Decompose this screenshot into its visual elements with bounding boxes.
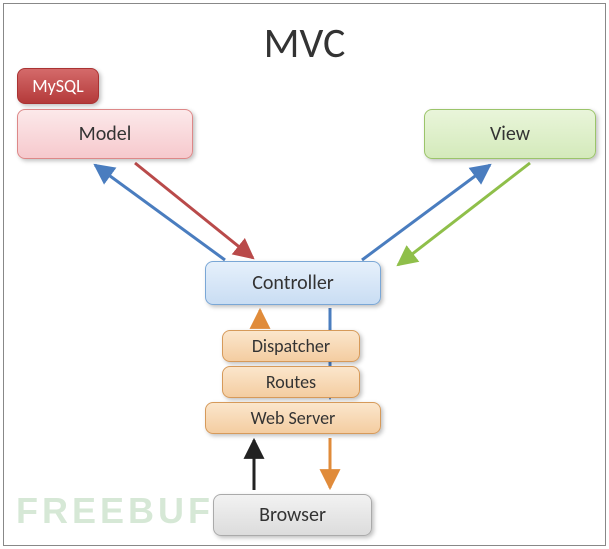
node-browser: Browser [213,494,372,536]
node-mysql: MySQL [17,68,99,104]
diagram-title: MVC [0,18,609,69]
node-webserver: Web Server [205,402,381,434]
node-view: View [424,109,596,159]
node-dispatcher: Dispatcher [222,330,360,362]
node-controller: Controller [205,261,381,305]
node-model: Model [17,109,193,159]
node-routes: Routes [222,366,360,398]
watermark-text: FREEBUF [16,490,214,532]
